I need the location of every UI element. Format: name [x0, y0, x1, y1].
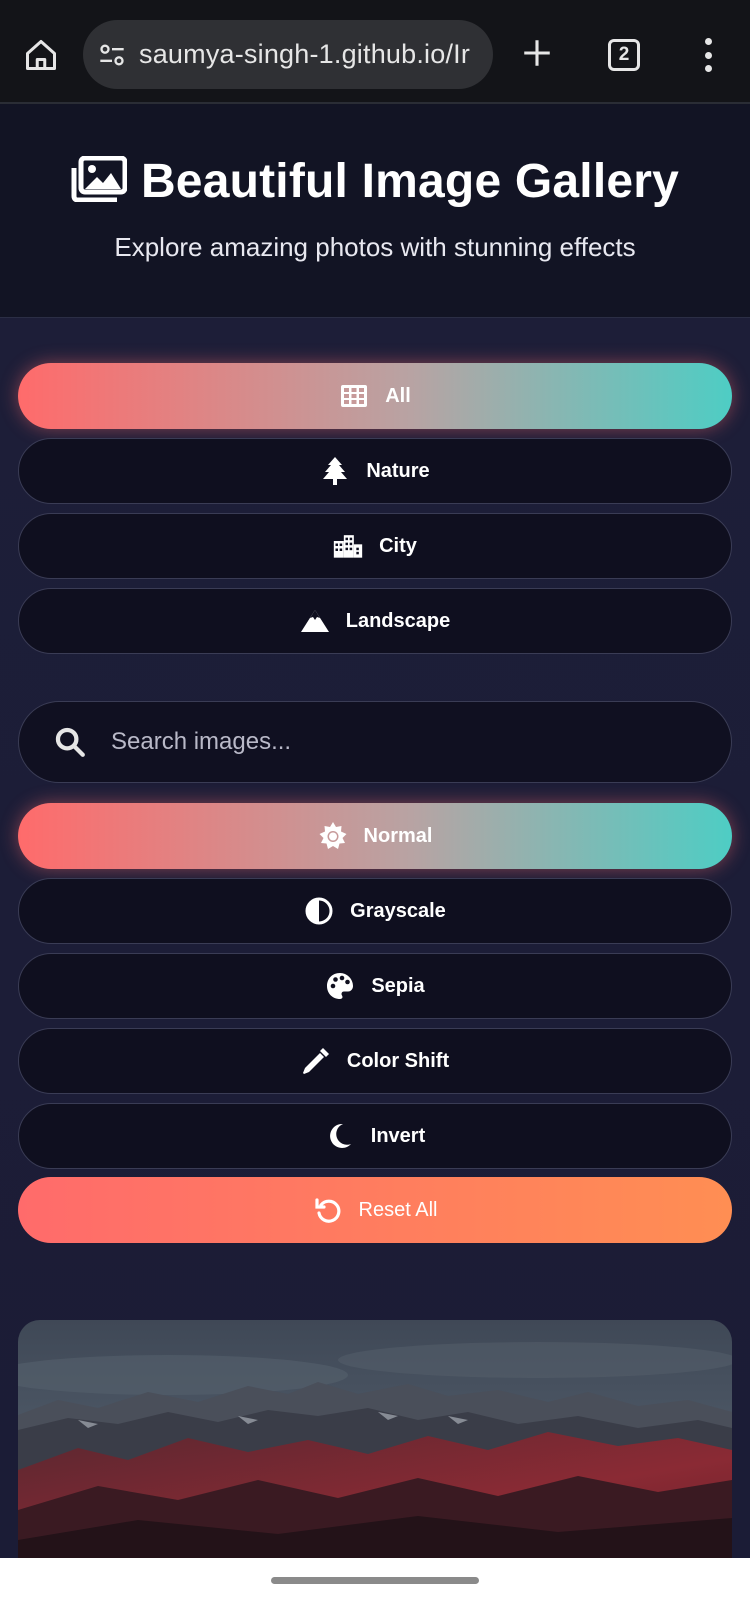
mountain-photo	[18, 1320, 732, 1560]
adjust-icon	[304, 896, 334, 926]
reset-label: Reset All	[358, 1198, 438, 1221]
filter-label: All	[385, 384, 411, 407]
search-input[interactable]	[111, 728, 671, 756]
gallery-main: All Nature City Landscape Search images.…	[0, 318, 750, 1560]
effect-label: Color Shift	[346, 1049, 450, 1072]
filter-label: Nature	[366, 459, 430, 482]
filter-landscape-button[interactable]: Landscape	[18, 588, 732, 654]
tab-switcher-icon[interactable]: 2	[608, 39, 640, 71]
page-title: Beautiful Image Gallery	[0, 154, 750, 209]
effect-grayscale-button[interactable]: Grayscale	[18, 878, 732, 944]
city-icon	[333, 531, 363, 561]
palette-icon	[325, 971, 355, 1001]
filter-label: Landscape	[345, 609, 451, 632]
grid-icon	[339, 381, 369, 411]
effect-normal-button[interactable]: Normal	[18, 803, 732, 869]
effect-label: Invert	[370, 1124, 426, 1147]
sun-icon	[318, 821, 348, 851]
site-settings-icon[interactable]	[97, 40, 127, 70]
images-icon	[71, 155, 128, 207]
undo-icon	[313, 1195, 343, 1225]
gallery-image-card[interactable]	[18, 1320, 732, 1560]
site-header: Beautiful Image Gallery Explore amazing …	[0, 104, 750, 318]
url-text[interactable]: saumya-singh-1.github.io/Ir	[139, 39, 470, 70]
search-box[interactable]	[18, 701, 732, 783]
filter-city-button[interactable]: City	[18, 513, 732, 579]
reset-all-button[interactable]: Reset All	[18, 1177, 732, 1243]
effect-invert-button[interactable]: Invert	[18, 1103, 732, 1169]
system-navigation-bar	[0, 1558, 750, 1600]
eyedropper-icon	[301, 1046, 331, 1076]
filter-all-button[interactable]: All	[18, 363, 732, 429]
filter-label: City	[379, 534, 417, 557]
mountain-icon	[300, 606, 330, 636]
title-text: Beautiful Image Gallery	[140, 155, 680, 208]
effect-color-shift-button[interactable]: Color Shift	[18, 1028, 732, 1094]
browser-toolbar: saumya-singh-1.github.io/Ir 2	[0, 0, 750, 104]
search-icon	[53, 725, 87, 759]
overflow-menu-icon[interactable]	[702, 38, 714, 72]
new-tab-icon[interactable]	[520, 36, 554, 70]
filter-nature-button[interactable]: Nature	[18, 438, 732, 504]
home-gesture-handle[interactable]	[271, 1577, 479, 1584]
effect-label: Normal	[363, 824, 433, 847]
address-bar[interactable]: saumya-singh-1.github.io/Ir	[83, 20, 493, 89]
page-subtitle: Explore amazing photos with stunning eff…	[114, 232, 636, 262]
effect-label: Grayscale	[350, 899, 446, 922]
effect-label: Sepia	[371, 974, 425, 997]
tree-icon	[320, 456, 350, 486]
home-icon[interactable]	[22, 36, 60, 74]
effect-sepia-button[interactable]: Sepia	[18, 953, 732, 1019]
moon-icon	[325, 1121, 355, 1151]
